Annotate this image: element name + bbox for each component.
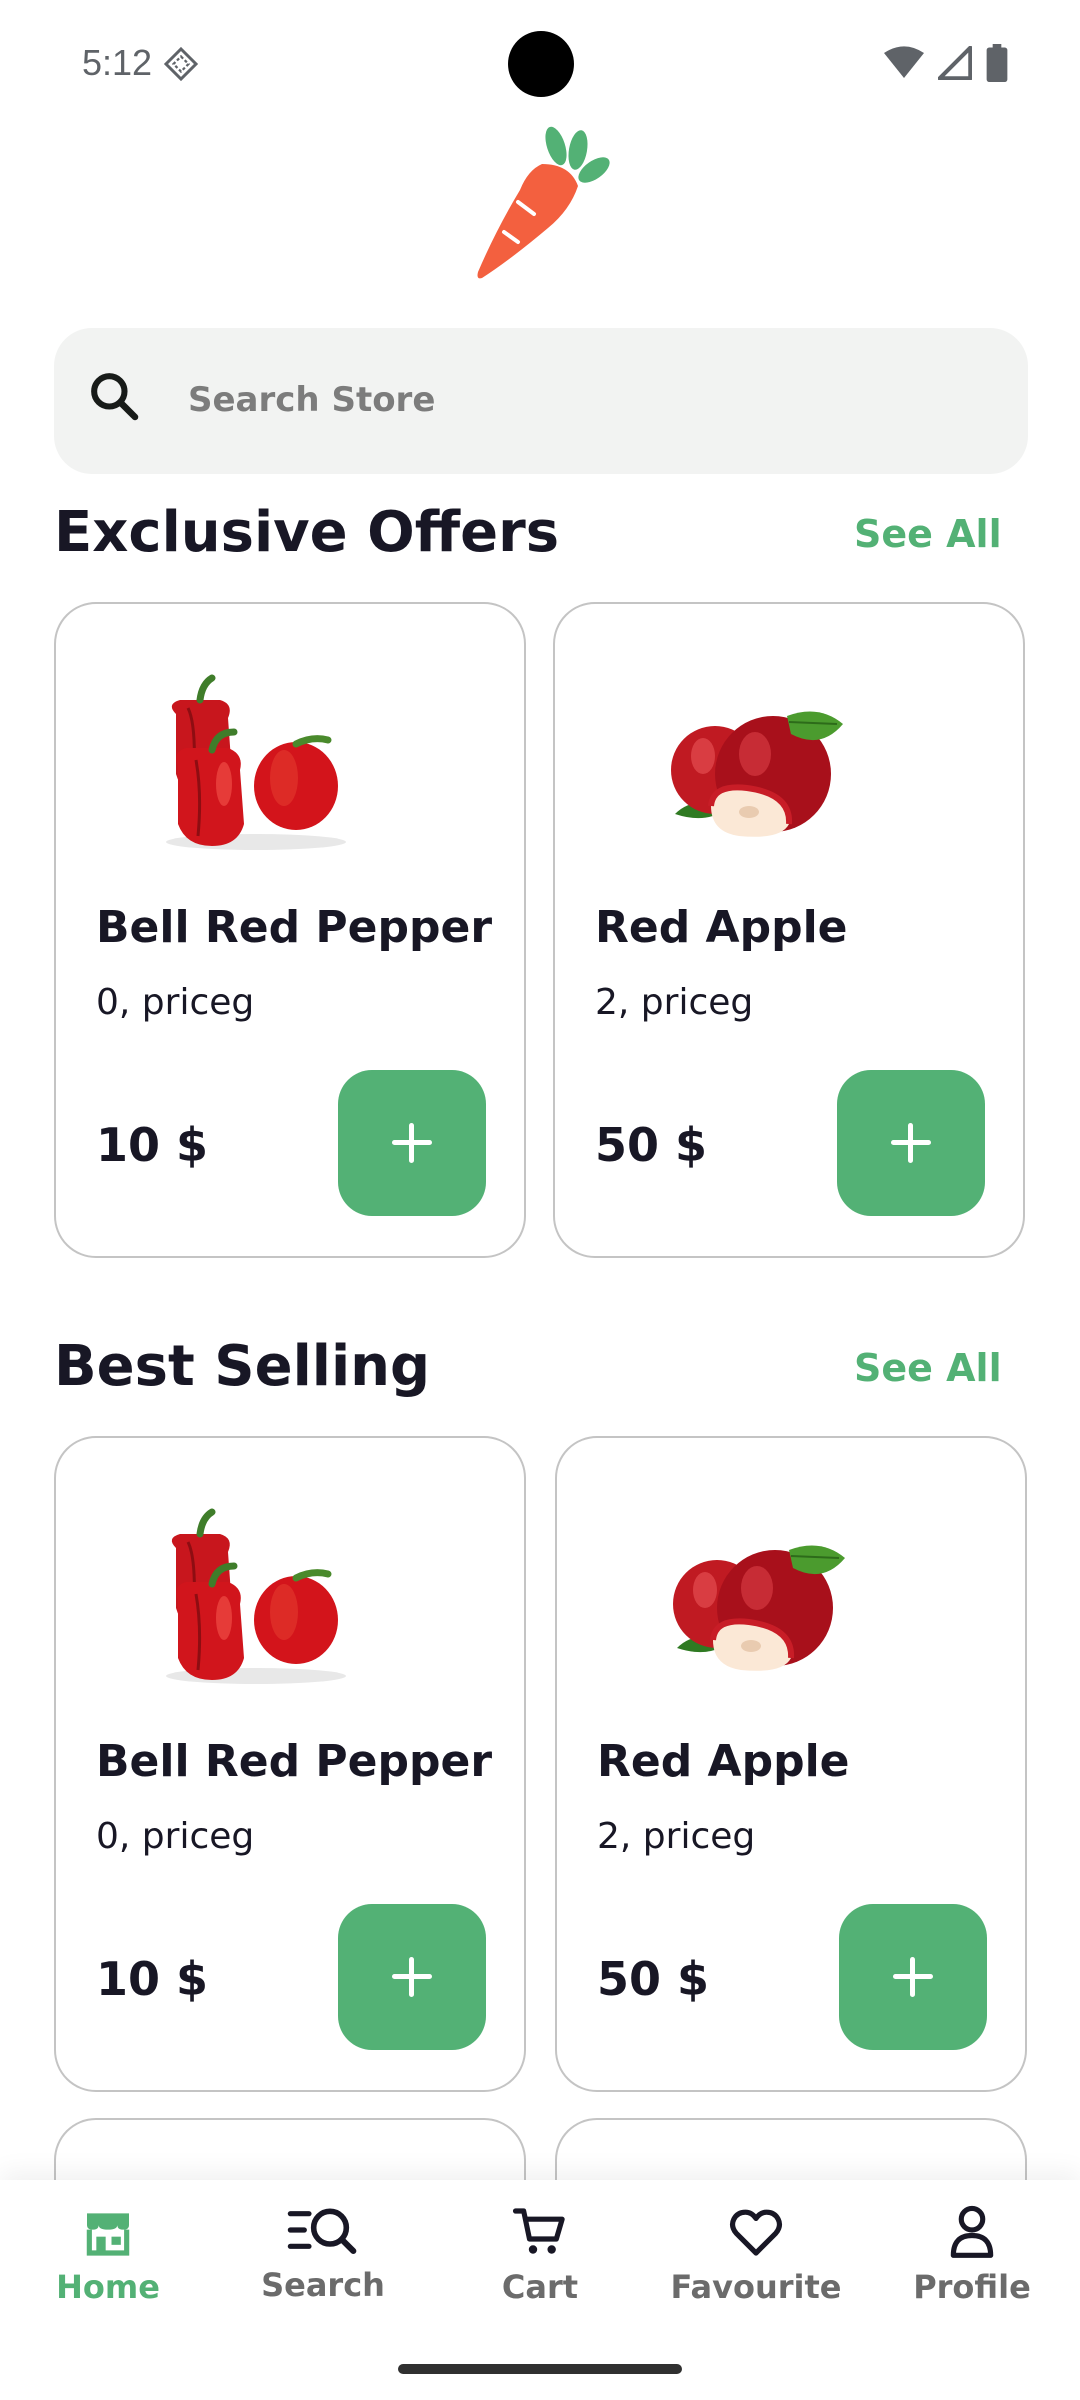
product-subtitle: 2, priceg <box>597 1816 756 1857</box>
section-title-exclusive-offers: Exclusive Offers <box>54 500 560 565</box>
home-indicator[interactable] <box>398 2364 682 2374</box>
status-bar: 5:12 <box>0 0 1080 130</box>
search-icon <box>91 373 139 421</box>
add-to-cart-button[interactable] <box>338 1070 486 1216</box>
battery-icon <box>986 44 1008 82</box>
product-card[interactable]: Red Apple 2, priceg 50 $ <box>553 602 1025 1258</box>
product-card[interactable]: Red Apple 2, priceg 50 $ <box>555 1436 1027 2092</box>
bell-pepper-image <box>166 674 346 850</box>
signal-icon <box>938 46 972 80</box>
nav-label-home: Home <box>56 2268 160 2306</box>
nav-item-home[interactable]: Home <box>18 2204 198 2306</box>
product-card[interactable]: Bell Red Pepper 0, priceg 10 $ <box>54 1436 526 2092</box>
store-icon <box>86 2213 130 2256</box>
add-to-cart-button[interactable] <box>837 1070 985 1216</box>
product-name: Red Apple <box>597 1736 850 1787</box>
product-name: Bell Red Pepper <box>96 1736 493 1787</box>
add-to-cart-button[interactable] <box>338 1904 486 2050</box>
nav-item-favourite[interactable]: Favourite <box>666 2204 846 2306</box>
see-all-exclusive-offers-link[interactable]: See All <box>854 512 1002 556</box>
product-name: Red Apple <box>595 902 848 953</box>
product-price: 50 $ <box>595 1118 708 1172</box>
see-all-best-selling-link[interactable]: See All <box>854 1346 1002 1390</box>
bell-pepper-image <box>166 1508 346 1684</box>
product-price: 50 $ <box>597 1952 710 2006</box>
search-list-icon <box>287 2208 357 2255</box>
notification-icon <box>163 46 199 82</box>
product-price: 10 $ <box>96 1952 209 2006</box>
add-to-cart-button[interactable] <box>839 1904 987 2050</box>
red-apple-image <box>671 711 843 837</box>
search-input[interactable] <box>188 370 968 430</box>
nav-item-profile[interactable]: Profile <box>882 2204 1062 2306</box>
cart-icon <box>512 2208 565 2254</box>
product-subtitle: 0, priceg <box>96 982 255 1023</box>
nav-label-favourite: Favourite <box>670 2268 842 2306</box>
product-subtitle: 2, priceg <box>595 982 754 1023</box>
red-apple-image <box>673 1545 845 1671</box>
section-title-best-selling: Best Selling <box>54 1334 431 1399</box>
nav-item-cart[interactable]: Cart <box>450 2204 630 2306</box>
heart-icon <box>729 2209 783 2256</box>
nav-label-cart: Cart <box>501 2268 579 2306</box>
camera-cutout <box>508 31 574 97</box>
product-name: Bell Red Pepper <box>96 902 493 953</box>
nav-item-search[interactable]: Search <box>233 2202 413 2304</box>
carrot-logo <box>477 126 610 279</box>
nav-label-profile: Profile <box>913 2268 1031 2306</box>
nav-label-search: Search <box>261 2266 385 2304</box>
wifi-icon <box>884 46 924 78</box>
product-price: 10 $ <box>96 1118 209 1172</box>
product-subtitle: 0, priceg <box>96 1816 255 1857</box>
profile-icon <box>950 2205 994 2258</box>
product-card[interactable]: Bell Red Pepper 0, priceg 10 $ <box>54 602 526 1258</box>
status-time: 5:12 <box>82 42 153 83</box>
status-icons <box>884 44 1008 82</box>
